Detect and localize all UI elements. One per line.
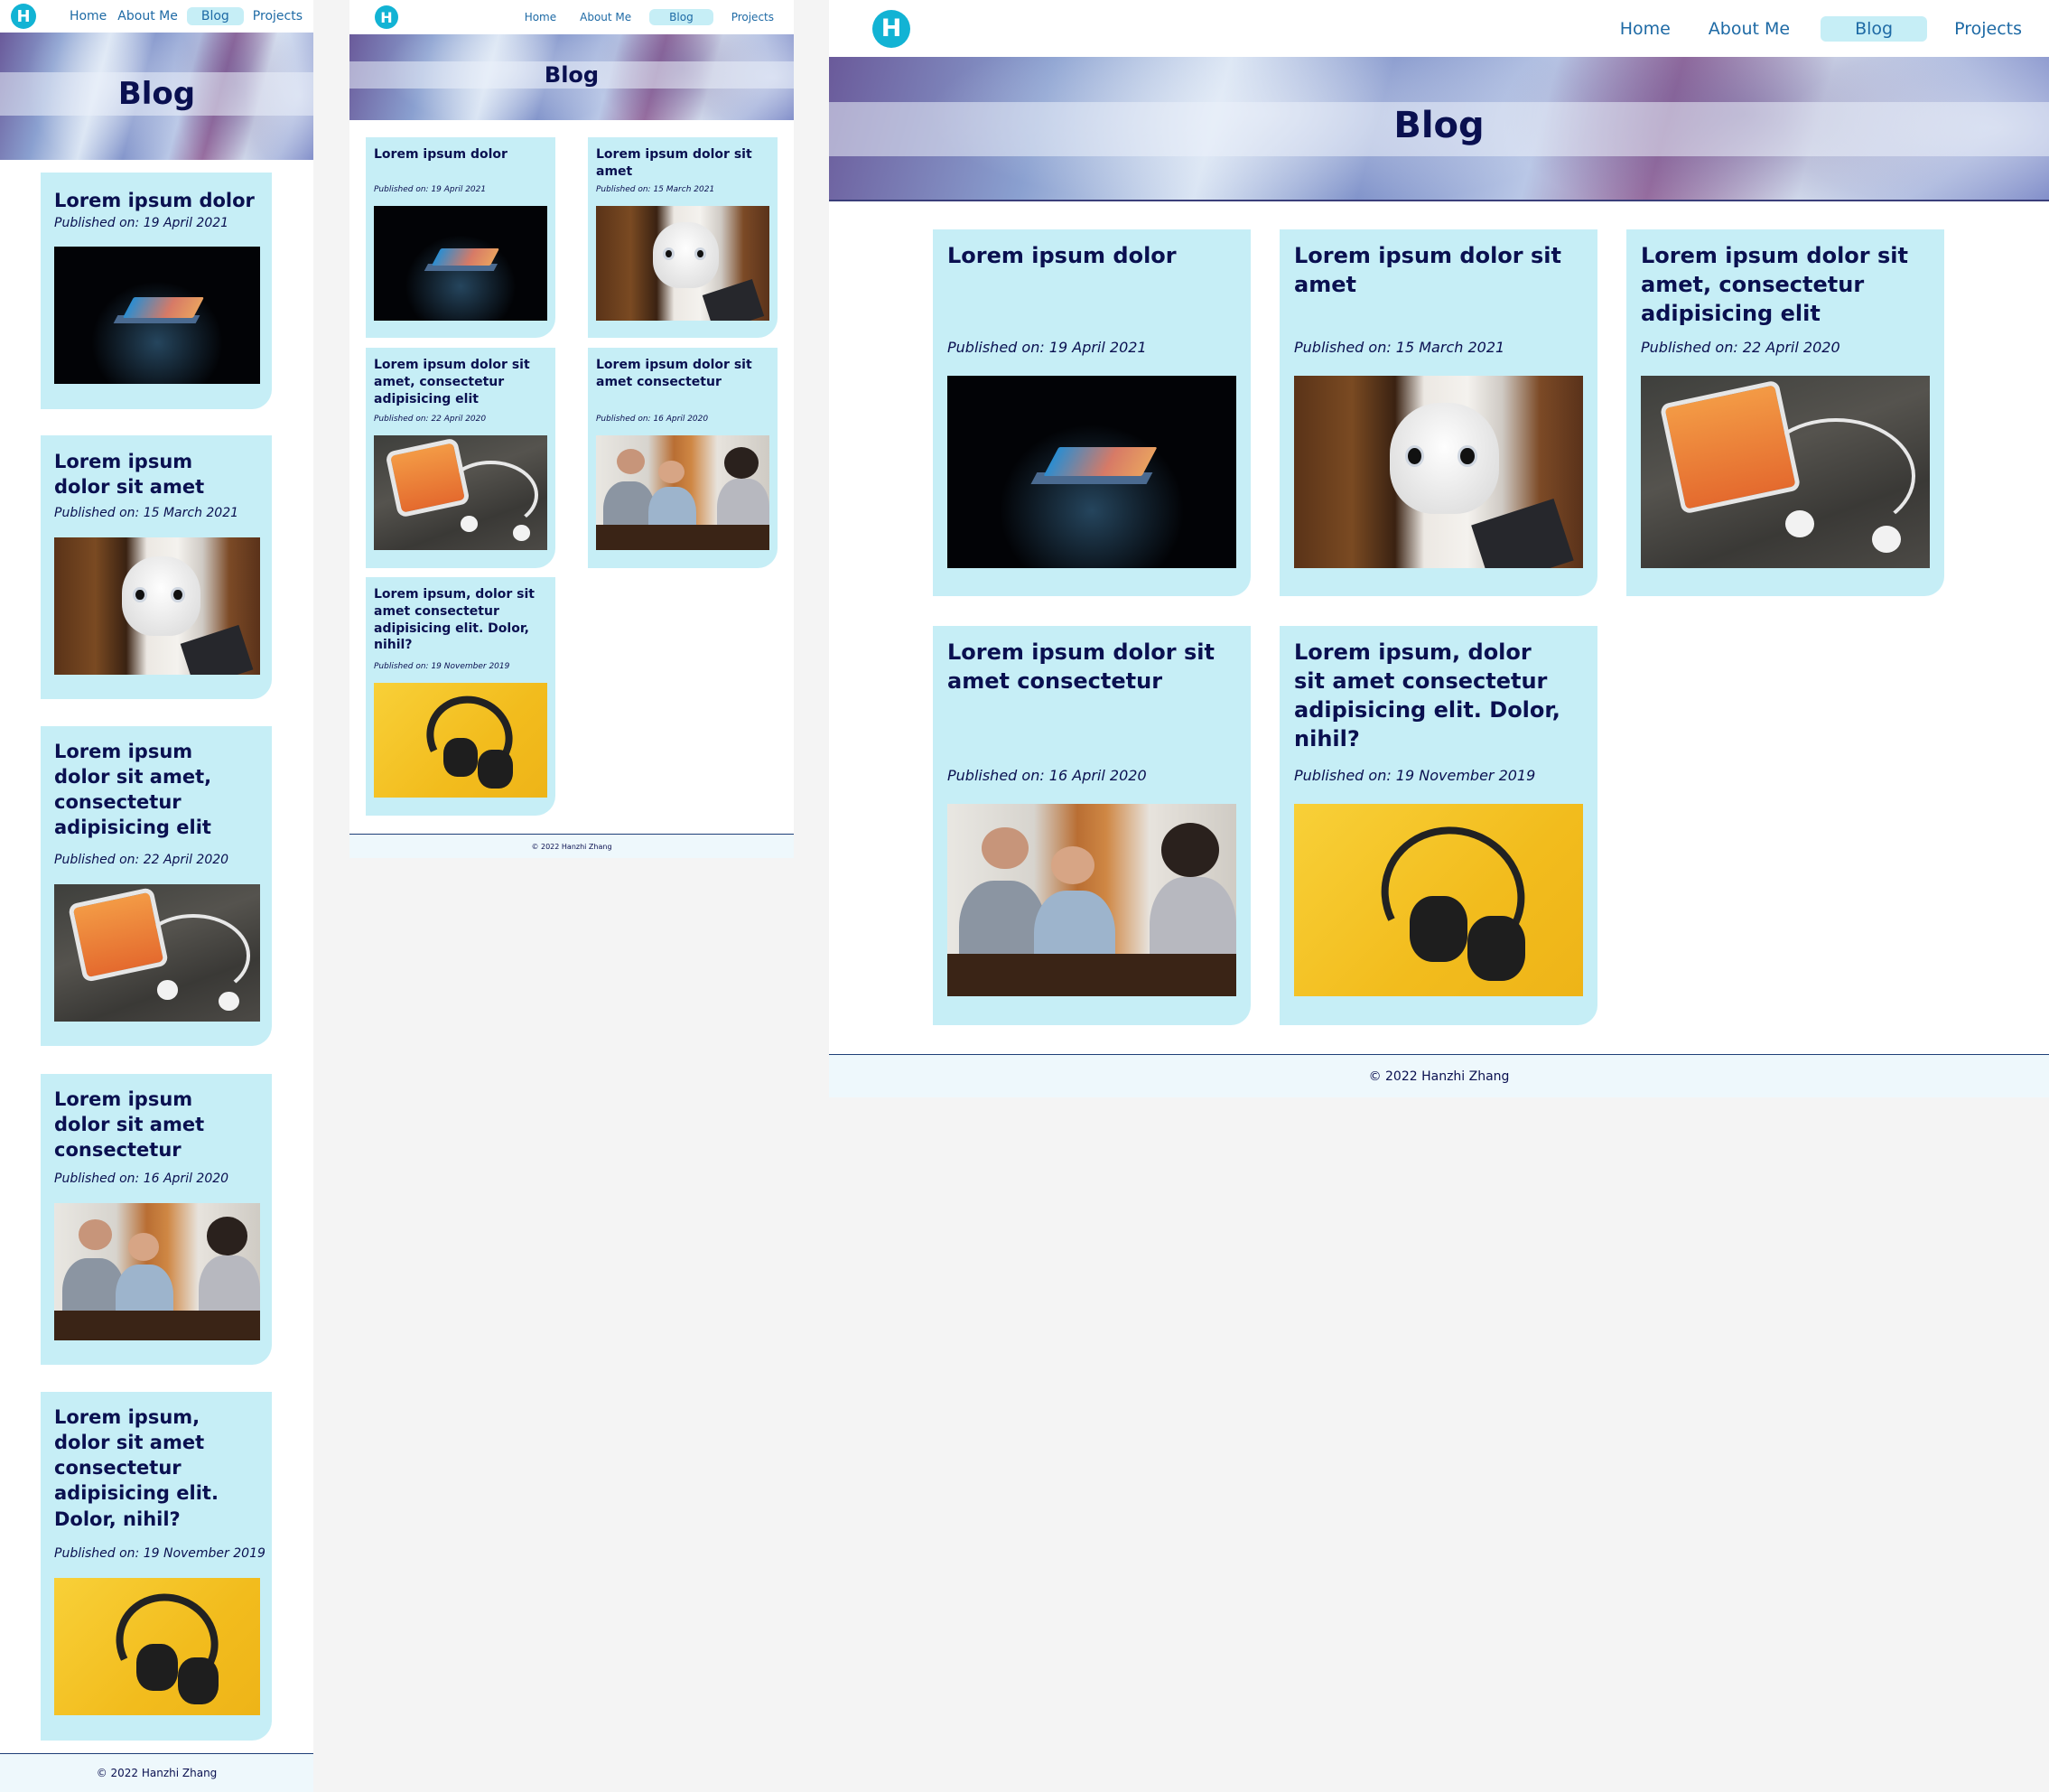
post-card[interactable]: Lorem ipsum dolor Published on: 19 April… [366, 137, 555, 338]
post-date: Published on: 19 November 2019 [54, 1546, 265, 1561]
post-card[interactable]: Lorem ipsum dolor sit amet, consectetur … [41, 726, 272, 1046]
post-title[interactable]: Lorem ipsum dolor sit amet consectetur [947, 638, 1218, 695]
post-title[interactable]: Lorem ipsum dolor sit amet [1294, 241, 1565, 299]
post-date: Published on: 15 March 2021 [596, 185, 715, 194]
nav-links: Home About Me Blog Projects [519, 9, 779, 25]
post-card[interactable]: Lorem ipsum, dolor sit amet consectetur … [41, 1392, 272, 1741]
robot-image[interactable] [54, 537, 260, 675]
post-card[interactable]: Lorem ipsum dolor sit amet Published on:… [1280, 229, 1597, 596]
post-title[interactable]: Lorem ipsum dolor sit amet [596, 146, 769, 181]
nav-home[interactable]: Home [1613, 16, 1678, 42]
nav-links: Home About Me Blog Projects [68, 7, 304, 25]
people-image[interactable] [947, 804, 1236, 996]
page-title: Blog [117, 76, 196, 112]
footer: © 2022 Hanzhi Zhang [0, 1753, 313, 1792]
post-date: Published on: 22 April 2020 [374, 415, 487, 424]
people-image[interactable] [54, 1203, 260, 1340]
post-card[interactable]: Lorem ipsum dolor sit amet, consectetur … [366, 348, 555, 568]
post-date: Published on: 19 November 2019 [1294, 767, 1536, 784]
footer: © 2022 Hanzhi Zhang [829, 1054, 2049, 1097]
hero-banner: Blog [829, 57, 2049, 201]
nav-about[interactable]: About Me [116, 7, 180, 25]
logo-icon[interactable]: H [375, 5, 398, 29]
post-date: Published on: 19 April 2021 [374, 185, 487, 194]
post-title[interactable]: Lorem ipsum dolor sit amet, consectetur … [374, 357, 536, 407]
nav-home[interactable]: Home [68, 7, 108, 25]
robot-image[interactable] [596, 206, 769, 321]
nav-projects[interactable]: Projects [726, 9, 779, 25]
laptop-image[interactable] [947, 376, 1236, 568]
people-image[interactable] [596, 435, 769, 550]
hero-banner: Blog [349, 34, 794, 120]
nav-blog[interactable]: Blog [649, 9, 713, 25]
post-card[interactable]: Lorem ipsum, dolor sit amet consectetur … [1280, 626, 1597, 1025]
nav-about[interactable]: About Me [574, 9, 637, 25]
post-date: Published on: 15 March 2021 [54, 506, 239, 520]
post-card[interactable]: Lorem ipsum dolor sit amet Published on:… [41, 435, 272, 699]
desktop-view: H Home About Me Blog Projects Blog Lorem… [829, 0, 2049, 1097]
laptop-image[interactable] [54, 247, 260, 384]
post-title[interactable]: Lorem ipsum dolor [374, 146, 547, 163]
post-date: Published on: 19 November 2019 [374, 662, 510, 671]
tablet-view: H Home About Me Blog Projects Blog Lorem… [349, 0, 794, 858]
post-date: Published on: 16 April 2020 [54, 1171, 229, 1186]
footer: © 2022 Hanzhi Zhang [349, 834, 794, 858]
nav-about[interactable]: About Me [1701, 16, 1797, 42]
post-card[interactable]: Lorem ipsum dolor sit amet consectetur P… [588, 348, 778, 568]
post-title[interactable]: Lorem ipsum dolor sit amet [54, 449, 244, 499]
post-title[interactable]: Lorem ipsum dolor sit amet consectetur [596, 357, 759, 391]
post-title[interactable]: Lorem ipsum dolor sit amet, consectetur … [1641, 241, 1912, 328]
post-card[interactable]: Lorem ipsum, dolor sit amet consectetur … [366, 577, 555, 816]
post-date: Published on: 19 April 2021 [54, 216, 229, 230]
post-card[interactable]: Lorem ipsum dolor Published on: 19 April… [41, 173, 272, 409]
page-title: Blog [544, 62, 600, 88]
phone-image[interactable] [54, 884, 260, 1022]
mobile-view: H Home About Me Blog Projects Blog Lorem… [0, 0, 313, 1792]
post-date: Published on: 16 April 2020 [947, 767, 1147, 784]
phone-image[interactable] [374, 435, 547, 550]
page-title: Blog [1393, 105, 1485, 146]
navbar: H Home About Me Blog Projects [349, 0, 794, 34]
post-card[interactable]: Lorem ipsum dolor sit amet consectetur P… [933, 626, 1251, 1025]
headphones-image[interactable] [374, 683, 547, 798]
headphones-image[interactable] [1294, 804, 1583, 996]
post-title[interactable]: Lorem ipsum dolor [54, 188, 260, 213]
post-date: Published on: 15 March 2021 [1294, 339, 1505, 356]
nav-blog[interactable]: Blog [1821, 15, 1928, 42]
logo-icon[interactable]: H [11, 4, 36, 29]
post-card[interactable]: Lorem ipsum dolor sit amet consectetur P… [41, 1074, 272, 1365]
nav-projects[interactable]: Projects [251, 7, 304, 25]
post-title[interactable]: Lorem ipsum dolor [947, 241, 1236, 270]
post-card[interactable]: Lorem ipsum dolor sit amet, consectetur … [1626, 229, 1944, 596]
post-card[interactable]: Lorem ipsum dolor sit amet Published on:… [588, 137, 778, 338]
post-title[interactable]: Lorem ipsum dolor sit amet, consectetur … [54, 739, 244, 841]
nav-links: Home About Me Blog Projects [1613, 15, 2026, 42]
navbar: H Home About Me Blog Projects [0, 0, 313, 33]
navbar: H Home About Me Blog Projects [829, 0, 2049, 57]
headphones-image[interactable] [54, 1578, 260, 1715]
post-date: Published on: 19 April 2021 [947, 339, 1147, 356]
post-title[interactable]: Lorem ipsum dolor sit amet consectetur [54, 1087, 244, 1162]
post-date: Published on: 22 April 2020 [54, 853, 229, 867]
hero-banner: Blog [0, 33, 313, 160]
post-card[interactable]: Lorem ipsum dolor Published on: 19 April… [933, 229, 1251, 596]
post-date: Published on: 16 April 2020 [596, 415, 709, 424]
post-title[interactable]: Lorem ipsum, dolor sit amet consectetur … [54, 1405, 258, 1532]
phone-image[interactable] [1641, 376, 1930, 568]
nav-home[interactable]: Home [519, 9, 562, 25]
robot-image[interactable] [1294, 376, 1583, 568]
nav-blog[interactable]: Blog [186, 7, 244, 25]
nav-projects[interactable]: Projects [1951, 16, 2026, 42]
post-title[interactable]: Lorem ipsum, dolor sit amet consectetur … [374, 586, 536, 654]
laptop-image[interactable] [374, 206, 547, 321]
logo-icon[interactable]: H [872, 9, 910, 48]
post-date: Published on: 22 April 2020 [1641, 339, 1840, 356]
post-title[interactable]: Lorem ipsum, dolor sit amet consectetur … [1294, 638, 1565, 754]
